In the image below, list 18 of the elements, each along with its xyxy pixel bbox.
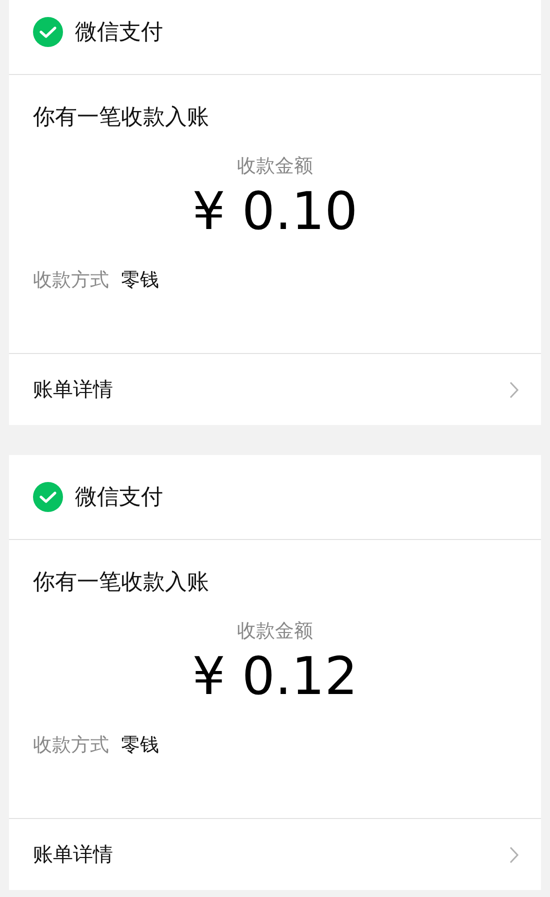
amount-value: ¥ 0.12 bbox=[192, 646, 358, 708]
method-label: 收款方式 bbox=[33, 268, 109, 293]
amount-label: 收款金额 bbox=[237, 619, 313, 644]
amount-label: 收款金额 bbox=[237, 154, 313, 179]
method-label: 收款方式 bbox=[33, 733, 109, 758]
payment-logo-icon bbox=[33, 17, 63, 47]
bill-details-link[interactable]: 账单详情 bbox=[9, 354, 541, 425]
payment-logo-icon bbox=[33, 482, 63, 512]
chevron-right-icon bbox=[509, 380, 519, 398]
app-name: 微信支付 bbox=[75, 484, 163, 512]
message-title: 你有一笔收款入账 bbox=[33, 104, 210, 132]
bill-details-link[interactable]: 账单详情 bbox=[9, 819, 541, 890]
method-value: 零钱 bbox=[121, 268, 159, 293]
message-title: 你有一笔收款入账 bbox=[33, 569, 210, 597]
app-name: 微信支付 bbox=[75, 19, 163, 47]
method-value: 零钱 bbox=[121, 733, 159, 758]
amount-value: ¥ 0.10 bbox=[192, 181, 358, 243]
chevron-right-icon bbox=[509, 846, 519, 864]
